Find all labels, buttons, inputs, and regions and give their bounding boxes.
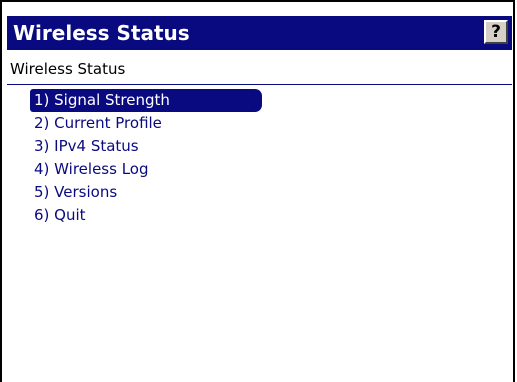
menu-item-quit[interactable]: 6) Quit xyxy=(30,204,262,227)
title-bar: Wireless Status ? xyxy=(7,16,512,50)
menu-item-versions[interactable]: 5) Versions xyxy=(30,181,262,204)
header-divider xyxy=(7,84,512,85)
menu-item-current-profile[interactable]: 2) Current Profile xyxy=(30,112,262,135)
screen-subtitle: Wireless Status xyxy=(10,60,126,78)
app-window: Wireless Status ? Wireless Status 1) Sig… xyxy=(0,0,515,382)
status-menu: 1) Signal Strength 2) Current Profile 3)… xyxy=(30,89,262,227)
menu-item-wireless-log[interactable]: 4) Wireless Log xyxy=(30,158,262,181)
question-mark-icon: ? xyxy=(491,22,501,42)
menu-item-signal-strength[interactable]: 1) Signal Strength xyxy=(30,89,262,112)
help-button[interactable]: ? xyxy=(484,20,508,44)
window-title: Wireless Status xyxy=(13,21,190,45)
menu-item-ipv4-status[interactable]: 3) IPv4 Status xyxy=(30,135,262,158)
